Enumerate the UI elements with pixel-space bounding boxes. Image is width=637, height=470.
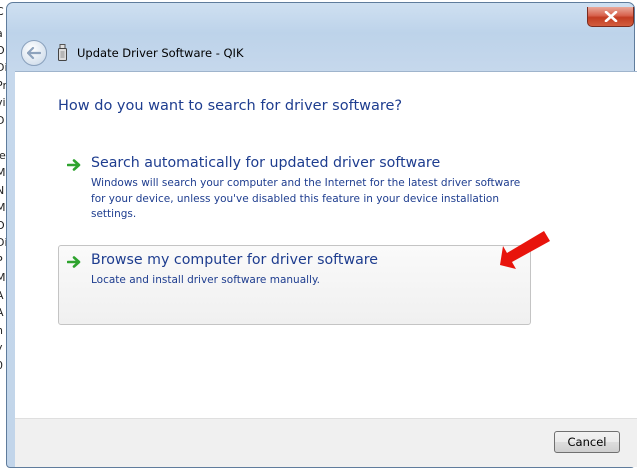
option-description: Locate and install driver software manua… xyxy=(91,274,321,286)
page-heading: How do you want to search for driver sof… xyxy=(58,98,403,114)
back-button[interactable] xyxy=(21,40,47,66)
option-description: Windows will search your computer and th… xyxy=(91,177,521,220)
green-arrow-icon xyxy=(67,159,81,171)
green-arrow-icon xyxy=(67,256,81,268)
cancel-button[interactable]: Cancel xyxy=(554,431,620,453)
browse-computer-option[interactable]: Browse my computer for driver software L… xyxy=(58,245,531,325)
window-title: Update Driver Software - QIK xyxy=(77,46,244,60)
device-icon xyxy=(58,44,67,61)
back-arrow-icon xyxy=(27,47,41,59)
search-automatically-option[interactable]: Search automatically for updated driver … xyxy=(58,148,531,226)
close-icon xyxy=(604,11,618,22)
close-button[interactable] xyxy=(587,7,634,27)
option-title: Search automatically for updated driver … xyxy=(91,155,441,171)
red-arrow-annotation xyxy=(500,231,550,269)
dialog-footer: Cancel xyxy=(15,418,637,467)
option-title: Browse my computer for driver software xyxy=(91,252,379,268)
